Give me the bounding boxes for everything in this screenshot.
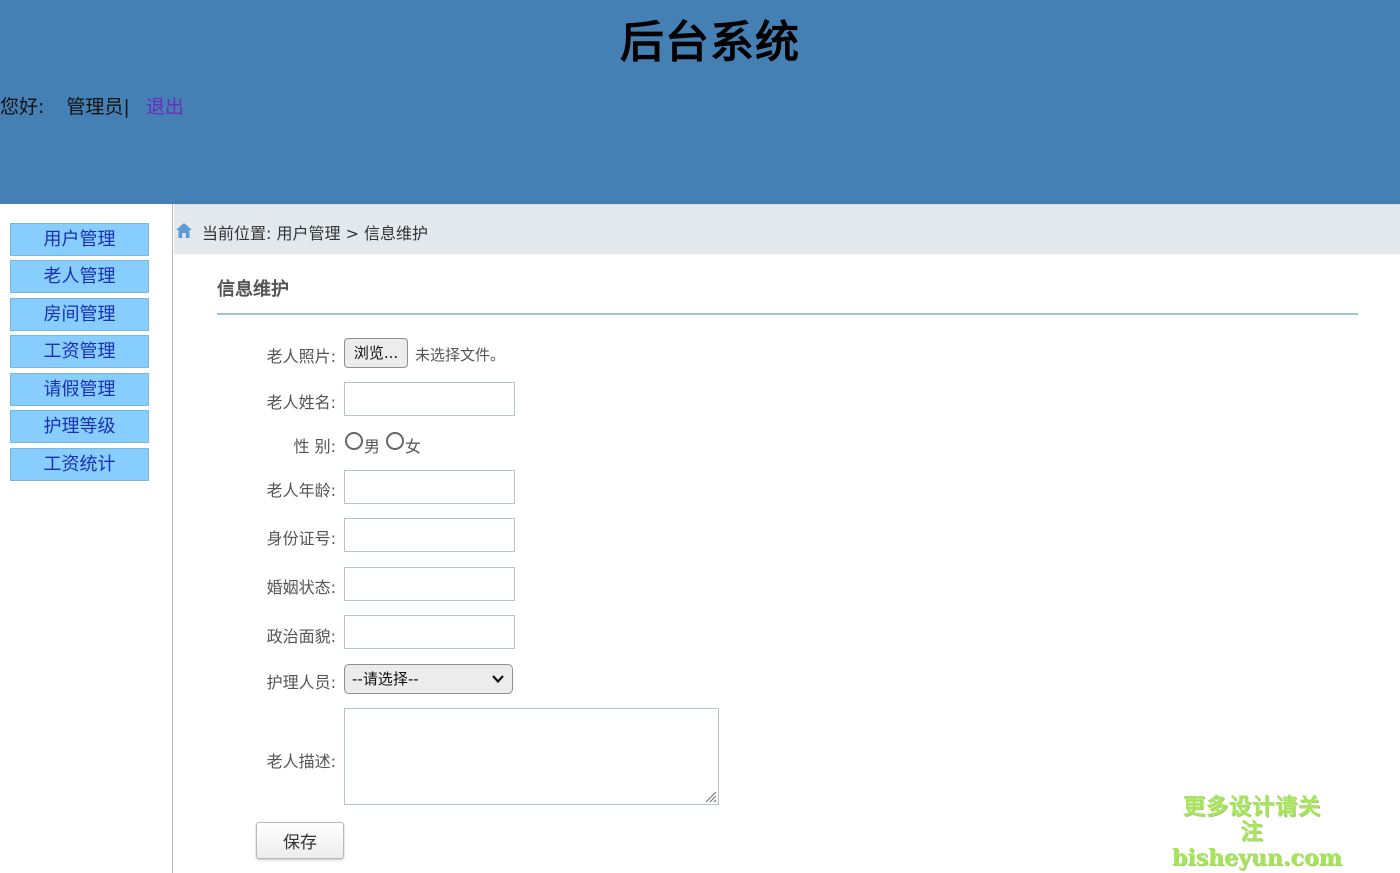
sidebar-item-salary-management[interactable]: 工资管理	[10, 335, 149, 368]
section-title: 信息维护	[217, 279, 289, 300]
username: 管理员|	[66, 96, 130, 118]
sidebar-item-room-management[interactable]: 房间管理	[10, 298, 149, 331]
watermark-line-2: bisheyun.com	[1172, 844, 1342, 871]
age-input[interactable]	[344, 470, 515, 504]
sidebar: 用户管理 老人管理 房间管理 工资管理 请假管理 护理等级 工资统计	[0, 204, 173, 873]
watermark-line-1: 更多设计请关注	[1182, 795, 1321, 846]
chevron-down-icon	[492, 675, 504, 684]
resize-grip-icon[interactable]	[703, 789, 717, 803]
caregiver-select[interactable]: --请选择--	[344, 664, 513, 694]
marital-input[interactable]	[344, 567, 515, 601]
name-label: 老人姓名:	[266, 393, 336, 412]
sidebar-item-elder-management[interactable]: 老人管理	[10, 260, 149, 293]
name-input[interactable]	[344, 382, 515, 416]
caregiver-label: 护理人员:	[266, 673, 336, 692]
gender-female-radio[interactable]	[386, 432, 404, 450]
political-label: 政治面貌:	[266, 627, 336, 646]
app-title: 后台系统	[620, 17, 800, 68]
user-greeting: 您好: 管理员| 退出	[0, 92, 184, 119]
sidebar-item-user-management[interactable]: 用户管理	[10, 223, 149, 256]
description-textarea[interactable]	[344, 708, 719, 805]
logout-link[interactable]: 退出	[146, 96, 184, 118]
breadcrumb: 当前位置: 用户管理 > 信息维护	[174, 204, 1400, 254]
gender-label: 性 别:	[293, 437, 336, 456]
age-label: 老人年龄:	[266, 481, 336, 500]
sidebar-item-salary-statistics[interactable]: 工资统计	[10, 448, 149, 481]
caregiver-select-value: --请选择--	[352, 670, 419, 688]
photo-label: 老人照片:	[266, 347, 336, 366]
save-button[interactable]: 保存	[256, 822, 344, 859]
id-number-input[interactable]	[344, 518, 515, 552]
watermark: 更多设计请关注 bisheyun.com	[1172, 795, 1342, 871]
browse-file-button[interactable]: 浏览...	[344, 338, 408, 368]
gender-male-radio[interactable]	[345, 432, 363, 450]
sidebar-item-care-level[interactable]: 护理等级	[10, 410, 149, 443]
id-number-label: 身份证号:	[266, 529, 336, 548]
description-label: 老人描述:	[266, 752, 336, 771]
marital-label: 婚姻状态:	[266, 578, 336, 597]
home-icon	[176, 223, 192, 238]
header-bar: 后台系统 您好: 管理员| 退出	[0, 0, 1400, 204]
breadcrumb-text: 当前位置: 用户管理 > 信息维护	[202, 224, 429, 243]
file-status-text: 未选择文件。	[415, 346, 506, 364]
section-divider	[217, 313, 1358, 315]
greeting-text: 您好:	[0, 96, 45, 118]
political-input[interactable]	[344, 615, 515, 649]
sidebar-item-leave-management[interactable]: 请假管理	[10, 373, 149, 406]
gender-male-label: 男	[364, 437, 381, 456]
gender-female-label: 女	[405, 437, 422, 456]
